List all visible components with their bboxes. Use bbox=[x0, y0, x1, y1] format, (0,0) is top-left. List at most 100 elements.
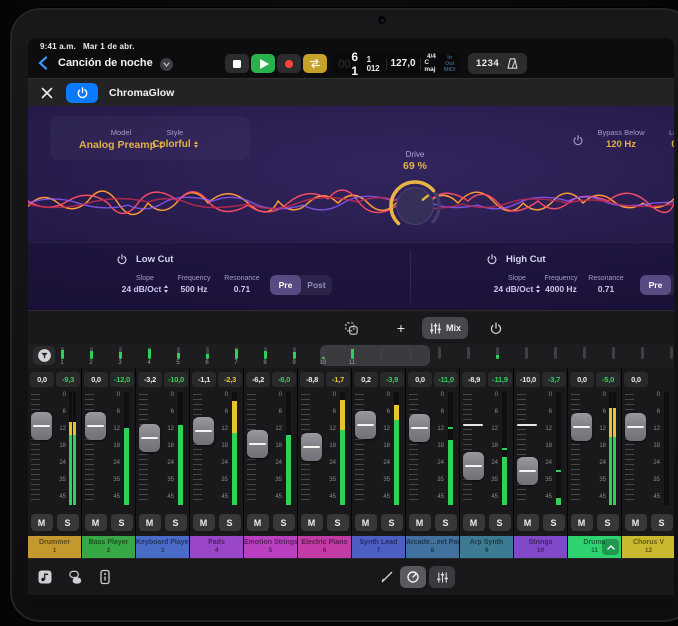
channel-volume-value[interactable]: -6,2 bbox=[246, 372, 270, 387]
channel-volume-value[interactable]: -10,0 bbox=[516, 372, 540, 387]
channel-fader[interactable] bbox=[571, 413, 592, 441]
level-control[interactable]: Level 0.0 bbox=[658, 128, 674, 150]
back-icon[interactable] bbox=[38, 56, 48, 70]
channel-volume-value[interactable]: -8,8 bbox=[300, 372, 324, 387]
overview-track-meter[interactable] bbox=[264, 347, 267, 359]
add-track-button[interactable]: + bbox=[388, 317, 414, 339]
solo-button[interactable]: S bbox=[543, 514, 565, 531]
track-banner[interactable]: Arcade…eet Pad8 bbox=[406, 536, 459, 558]
overview-track-meter[interactable] bbox=[612, 347, 615, 359]
metronome-icon[interactable] bbox=[506, 57, 519, 70]
channel-fader[interactable] bbox=[463, 452, 484, 480]
duplicate-button[interactable] bbox=[338, 317, 364, 339]
solo-button[interactable]: S bbox=[219, 514, 241, 531]
drive-knob[interactable] bbox=[387, 178, 443, 234]
solo-button[interactable]: S bbox=[57, 514, 79, 531]
overview-track-meter[interactable] bbox=[177, 347, 180, 359]
post-button[interactable]: Post bbox=[671, 275, 674, 295]
mute-button[interactable]: M bbox=[571, 514, 593, 531]
channel-fader-zone[interactable]: 061218243545 bbox=[136, 390, 189, 512]
overview-track-meter[interactable] bbox=[554, 347, 557, 359]
channel-fader-zone[interactable]: 061218243545 bbox=[28, 390, 81, 512]
overview-track-meter[interactable] bbox=[409, 347, 412, 359]
channel-volume-value[interactable]: 0,0 bbox=[30, 372, 54, 387]
overview-track-meter[interactable] bbox=[525, 347, 528, 359]
stepper-icon[interactable] bbox=[194, 141, 198, 149]
song-menu-button[interactable] bbox=[160, 58, 173, 71]
channel-fader[interactable] bbox=[193, 417, 214, 445]
channel-fader-zone[interactable]: 061218243545 bbox=[514, 390, 567, 512]
mute-button[interactable]: M bbox=[625, 514, 647, 531]
style-selector[interactable]: Style Colorful bbox=[140, 128, 210, 150]
channel-fader-zone[interactable]: 061218243545 bbox=[190, 390, 243, 512]
channel-fader-zone[interactable]: 061218243545 bbox=[406, 390, 459, 512]
track-banner[interactable]: Arp Synth9 bbox=[460, 536, 513, 558]
filter-button[interactable] bbox=[33, 346, 55, 365]
low-cut-resonance[interactable]: Resonance 0.71 bbox=[216, 275, 268, 294]
channel-fader[interactable] bbox=[139, 424, 160, 452]
channel-fader-zone[interactable]: 061218243545 bbox=[82, 390, 135, 512]
controls-view-button[interactable] bbox=[400, 566, 426, 588]
high-cut-power-icon[interactable] bbox=[486, 253, 498, 265]
overview-track-meter[interactable] bbox=[148, 347, 151, 359]
solo-button[interactable]: S bbox=[273, 514, 295, 531]
overview-track-meter[interactable] bbox=[90, 347, 93, 359]
solo-button[interactable]: S bbox=[435, 514, 457, 531]
channel-volume-value[interactable]: 0,0 bbox=[408, 372, 432, 387]
channel-volume-value[interactable]: 0,0 bbox=[570, 372, 594, 387]
track-banner[interactable]: Strings10 bbox=[514, 536, 567, 558]
channel-fader[interactable] bbox=[355, 411, 376, 439]
channel-fader-zone[interactable]: 061218243545 bbox=[622, 390, 674, 512]
track-banner[interactable]: Drums11 bbox=[568, 536, 621, 558]
channel-fader[interactable] bbox=[85, 412, 106, 440]
overview-visible-region[interactable] bbox=[320, 345, 430, 366]
close-plugin-icon[interactable] bbox=[41, 87, 53, 99]
overview-track-meter[interactable] bbox=[641, 347, 644, 359]
track-banner[interactable]: Pads4 bbox=[190, 536, 243, 558]
mute-button[interactable]: M bbox=[139, 514, 161, 531]
channel-fader-zone[interactable]: 061218243545 bbox=[568, 390, 621, 512]
overview-track-meter[interactable] bbox=[206, 347, 209, 359]
overview-track-meter[interactable] bbox=[380, 347, 383, 359]
channel-volume-value[interactable]: 0,0 bbox=[624, 372, 648, 387]
overview-track-meter[interactable] bbox=[467, 347, 470, 359]
overview-track-meter[interactable] bbox=[438, 347, 441, 359]
solo-button[interactable]: S bbox=[381, 514, 403, 531]
mute-button[interactable]: M bbox=[247, 514, 269, 531]
track-banner[interactable]: Electric Piano6 bbox=[298, 536, 351, 558]
play-surface-button[interactable] bbox=[96, 568, 114, 586]
solo-button[interactable]: S bbox=[489, 514, 511, 531]
song-title[interactable]: Canción de noche bbox=[58, 57, 153, 69]
channel-volume-value[interactable]: 0,0 bbox=[84, 372, 108, 387]
plugin-power-button[interactable] bbox=[66, 83, 98, 103]
mix-view-button[interactable]: Mix bbox=[422, 317, 468, 339]
overview-track-meter[interactable] bbox=[583, 347, 586, 359]
overview-track-meter[interactable] bbox=[235, 347, 238, 359]
overview-track-meter[interactable] bbox=[293, 347, 296, 359]
channel-volume-value[interactable]: 0,2 bbox=[354, 372, 378, 387]
track-banner[interactable]: Keyboard Player3 bbox=[136, 536, 189, 558]
stop-button[interactable] bbox=[225, 54, 249, 73]
mute-button[interactable]: M bbox=[517, 514, 539, 531]
mixer-view-button[interactable] bbox=[429, 566, 455, 588]
track-banner[interactable]: Bass Player2 bbox=[82, 536, 135, 558]
track-overview-strip[interactable]: 1234567891011 bbox=[28, 344, 674, 368]
play-button[interactable] bbox=[251, 54, 275, 73]
channel-fader-zone[interactable]: 061218243545 bbox=[298, 390, 351, 512]
mute-button[interactable]: M bbox=[193, 514, 215, 531]
overview-track-meter[interactable] bbox=[496, 347, 499, 359]
channel-fader[interactable] bbox=[625, 413, 646, 441]
track-banner[interactable]: Drummer1 bbox=[28, 536, 81, 558]
solo-button[interactable]: S bbox=[327, 514, 349, 531]
solo-button[interactable]: S bbox=[165, 514, 187, 531]
solo-button[interactable]: S bbox=[111, 514, 133, 531]
track-banner[interactable]: Chorus V12 bbox=[622, 536, 674, 558]
post-button[interactable]: Post bbox=[301, 275, 332, 295]
bypass-below-control[interactable]: Bypass Below 120 Hz bbox=[590, 128, 652, 150]
high-cut-resonance[interactable]: Resonance 0.71 bbox=[580, 275, 632, 294]
mute-button[interactable]: M bbox=[463, 514, 485, 531]
channel-fader-zone[interactable]: 061218243545 bbox=[352, 390, 405, 512]
pre-button[interactable]: Pre bbox=[270, 275, 301, 295]
low-cut-power-icon[interactable] bbox=[116, 253, 128, 265]
edit-button[interactable] bbox=[378, 568, 396, 586]
